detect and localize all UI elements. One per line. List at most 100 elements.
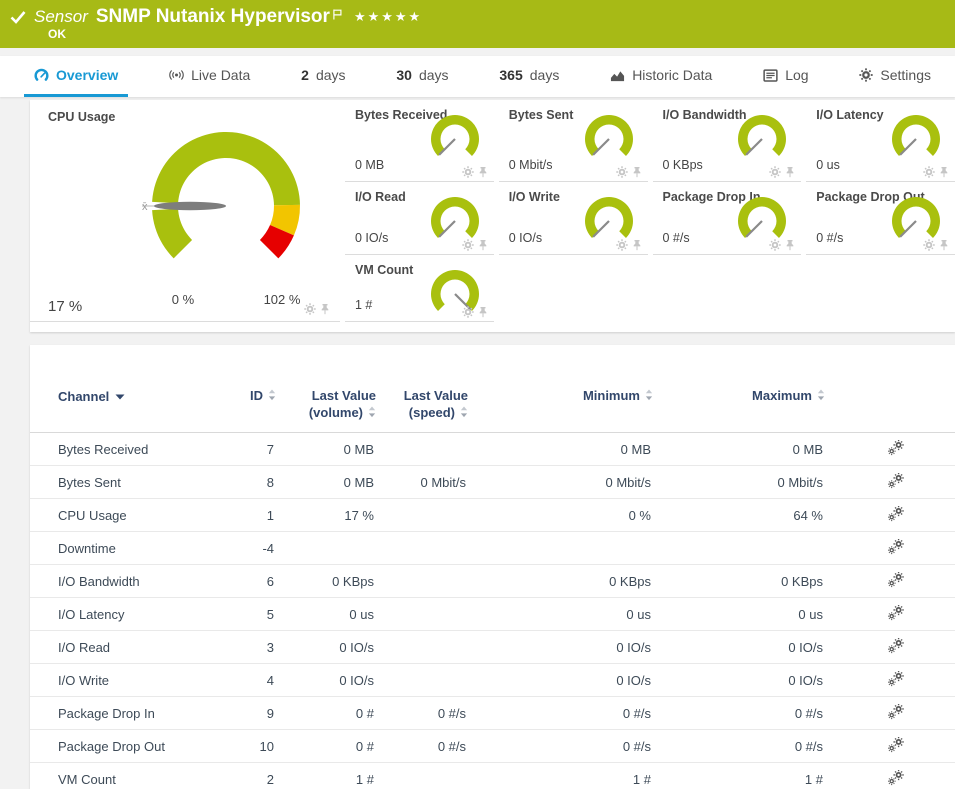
pin-action[interactable] xyxy=(632,239,642,251)
flag-icon[interactable] xyxy=(333,7,342,25)
channel-table-panel: ChannelIDLast Value(volume)Last Value(sp… xyxy=(30,345,955,789)
pin-action[interactable] xyxy=(939,239,949,251)
sort-toggle[interactable] xyxy=(268,388,276,405)
pin-action[interactable] xyxy=(632,166,642,178)
channel-settings-icon[interactable] xyxy=(888,572,904,588)
pin-icon xyxy=(320,303,330,315)
gear-action[interactable] xyxy=(462,306,474,318)
gauges-panel: CPU Usage x̄ 0 % 102 % 17 % Bytes Receiv… xyxy=(30,100,955,332)
cell-lastVolume: 0 # xyxy=(288,697,388,730)
cell-channel: I/O Latency xyxy=(30,598,220,631)
column-header-min[interactable]: Minimum xyxy=(480,345,665,433)
sort-caret-down xyxy=(115,387,125,404)
gear-action[interactable] xyxy=(616,239,628,251)
cell-lastSpeed xyxy=(388,565,480,598)
gauge-value-label: 0 MB xyxy=(355,158,384,172)
tab-log[interactable]: Log xyxy=(753,56,818,97)
pin-action[interactable] xyxy=(478,166,488,178)
column-header-lastSpeed[interactable]: Last Value(speed) xyxy=(388,345,480,433)
cell-min: 0 us xyxy=(480,598,665,631)
pin-icon xyxy=(632,166,642,178)
pin-action[interactable] xyxy=(478,306,488,318)
cell-id: 9 xyxy=(220,697,288,730)
gear-icon xyxy=(462,239,474,251)
pin-action[interactable] xyxy=(785,166,795,178)
gear-action[interactable] xyxy=(923,239,935,251)
cell-min: 0 IO/s xyxy=(480,631,665,664)
gear-action[interactable] xyxy=(462,239,474,251)
cell-lastSpeed: 0 Mbit/s xyxy=(388,466,480,499)
cell-lastSpeed xyxy=(388,763,480,789)
tab-historic-data[interactable]: Historic Data xyxy=(600,56,722,97)
sort-toggle[interactable] xyxy=(817,388,825,405)
channel-table: ChannelIDLast Value(volume)Last Value(sp… xyxy=(30,345,955,789)
tab-365-days[interactable]: 365days xyxy=(489,56,569,97)
gauge-value-label: 0 us xyxy=(816,158,840,172)
channel-row-i-o-read: I/O Read30 IO/s0 IO/s0 IO/s xyxy=(30,631,955,664)
channel-settings-icon xyxy=(888,440,904,456)
gauge-cell-i-o-bandwidth: I/O Bandwidth0 KBps xyxy=(653,100,802,182)
check-icon xyxy=(10,9,26,25)
sort-toggle[interactable] xyxy=(645,388,653,405)
column-header-channel[interactable]: Channel xyxy=(30,345,220,433)
pin-action[interactable] xyxy=(939,166,949,178)
sort-toggle[interactable] xyxy=(368,405,376,422)
cell-min: 0 MB xyxy=(480,433,665,466)
cell-max: 64 % xyxy=(665,499,837,532)
gear-action[interactable] xyxy=(462,166,474,178)
cell-id: 7 xyxy=(220,433,288,466)
tab-30-days[interactable]: 30days xyxy=(386,56,458,97)
channel-settings-icon xyxy=(888,770,904,786)
channel-settings-icon[interactable] xyxy=(888,737,904,753)
cell-max: 0 #/s xyxy=(665,730,837,763)
column-header-id[interactable]: ID xyxy=(220,345,288,433)
channel-settings-icon[interactable] xyxy=(888,506,904,522)
channel-settings-icon[interactable] xyxy=(888,671,904,687)
priority-stars[interactable]: ★★★★★ xyxy=(354,9,422,25)
cell-channel: I/O Bandwidth xyxy=(30,565,220,598)
gauge-cell-i-o-write: I/O Write0 IO/s xyxy=(499,182,648,255)
tab-overview[interactable]: Overview xyxy=(24,56,128,97)
cell-channel: CPU Usage xyxy=(30,499,220,532)
sort-icon xyxy=(368,406,376,418)
cell-id: 1 xyxy=(220,499,288,532)
gauge-value-label: 0 IO/s xyxy=(509,231,542,245)
cell-lastSpeed xyxy=(388,433,480,466)
channel-row-bytes-received: Bytes Received70 MB0 MB0 MB xyxy=(30,433,955,466)
channel-settings-icon[interactable] xyxy=(888,770,904,786)
pin-action[interactable] xyxy=(478,239,488,251)
broadcast-icon xyxy=(169,69,184,81)
column-header-max[interactable]: Maximum xyxy=(665,345,837,433)
channel-settings-icon[interactable] xyxy=(888,473,904,489)
gauge-title: CPU Usage xyxy=(30,100,340,124)
channel-settings-icon[interactable] xyxy=(888,704,904,720)
gear-action[interactable] xyxy=(304,303,316,315)
channel-settings-icon xyxy=(888,506,904,522)
gear-action[interactable] xyxy=(769,239,781,251)
cell-lastVolume: 0 MB xyxy=(288,433,388,466)
column-header-lastVolume[interactable]: Last Value(volume) xyxy=(288,345,388,433)
tab-settings[interactable]: Settings xyxy=(849,56,941,97)
gauge-cell-package-drop-in: Package Drop In0 #/s xyxy=(653,182,802,255)
channel-settings-icon[interactable] xyxy=(888,605,904,621)
cell-max: 0 MB xyxy=(665,433,837,466)
caret-down-icon xyxy=(115,394,125,400)
gauge-cell-i-o-latency: I/O Latency0 us xyxy=(806,100,955,182)
pin-action[interactable] xyxy=(785,239,795,251)
channel-settings-icon[interactable] xyxy=(888,440,904,456)
tab-number: 2 xyxy=(301,67,309,83)
gear-action[interactable] xyxy=(923,166,935,178)
pin-action[interactable] xyxy=(320,303,330,315)
sort-toggle[interactable] xyxy=(460,405,468,422)
column-header-actions xyxy=(837,345,955,433)
tab-2-days[interactable]: 2days xyxy=(291,56,355,97)
pin-icon xyxy=(478,239,488,251)
gauge-value-label: 0 KBps xyxy=(663,158,703,172)
gear-action[interactable] xyxy=(616,166,628,178)
channel-settings-icon xyxy=(888,638,904,654)
gear-action[interactable] xyxy=(769,166,781,178)
channel-settings-icon[interactable] xyxy=(888,638,904,654)
channel-settings-icon[interactable] xyxy=(888,539,904,555)
tab-live-data[interactable]: Live Data xyxy=(159,56,260,97)
gauge-cell-i-o-read: I/O Read0 IO/s xyxy=(345,182,494,255)
